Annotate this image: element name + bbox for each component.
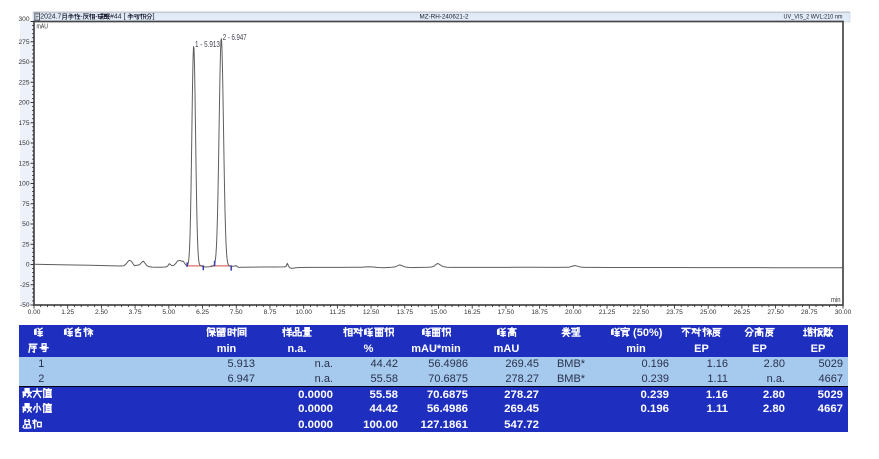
svg-text:3.75: 3.75 [129, 309, 142, 316]
svg-text:18.75: 18.75 [531, 309, 548, 316]
svg-text:125: 125 [18, 160, 29, 167]
svg-text:-25: -25 [20, 282, 30, 289]
svg-text:-: - [80, 14, 82, 21]
svg-text:23.75: 23.75 [666, 309, 683, 316]
svg-text:27.50: 27.50 [767, 309, 784, 316]
svg-text:250: 250 [18, 59, 29, 66]
svg-text:28.75: 28.75 [801, 309, 818, 316]
svg-text:2024.7: 2024.7 [40, 14, 61, 21]
svg-text:300: 300 [18, 16, 29, 23]
svg-text:25: 25 [22, 241, 30, 248]
svg-text:20.00: 20.00 [565, 309, 582, 316]
svg-text:21.25: 21.25 [599, 309, 616, 316]
svg-text:30.00: 30.00 [835, 309, 852, 316]
svg-text:1 - 5.913: 1 - 5.913 [195, 39, 220, 49]
svg-text:16.25: 16.25 [464, 309, 481, 316]
svg-text:2.50: 2.50 [95, 309, 108, 316]
svg-text:]: ] [153, 14, 155, 21]
svg-text:175: 175 [18, 120, 29, 127]
svg-text:13.75: 13.75 [397, 309, 414, 316]
svg-text:25.00: 25.00 [700, 309, 717, 316]
svg-text:1.25: 1.25 [61, 309, 74, 316]
svg-text:0.00: 0.00 [28, 309, 41, 316]
svg-text:7.50: 7.50 [230, 309, 243, 316]
svg-text:0: 0 [26, 262, 30, 269]
svg-text:11.25: 11.25 [329, 309, 345, 316]
svg-text:75: 75 [22, 201, 30, 208]
svg-text:mAU: mAU [37, 22, 49, 31]
svg-text:-: - [95, 14, 97, 21]
svg-text:275: 275 [18, 39, 29, 46]
svg-text:225: 225 [18, 80, 29, 87]
svg-text:5.00: 5.00 [162, 309, 175, 316]
svg-text:10.00: 10.00 [295, 309, 312, 316]
svg-text:UV_VIS_2 WVL:210 nm: UV_VIS_2 WVL:210 nm [784, 14, 843, 21]
svg-text:22.50: 22.50 [633, 309, 650, 316]
svg-text:200: 200 [18, 100, 29, 107]
svg-text:2 - 6.947: 2 - 6.947 [223, 32, 247, 42]
svg-text:#44 [: #44 [ [110, 14, 125, 21]
svg-text:8.75: 8.75 [264, 309, 277, 316]
svg-text:150: 150 [18, 140, 29, 147]
svg-text:26.25: 26.25 [734, 309, 751, 316]
svg-text:17.50: 17.50 [498, 309, 515, 316]
svg-text:100: 100 [18, 181, 29, 188]
svg-text:50: 50 [22, 221, 30, 228]
svg-text:MZ-RH-240621-2: MZ-RH-240621-2 [420, 14, 469, 21]
svg-text:6.25: 6.25 [196, 309, 209, 316]
svg-text:15.00: 15.00 [430, 309, 447, 316]
svg-text:min: min [831, 295, 841, 304]
svg-text:12.50: 12.50 [363, 309, 380, 316]
